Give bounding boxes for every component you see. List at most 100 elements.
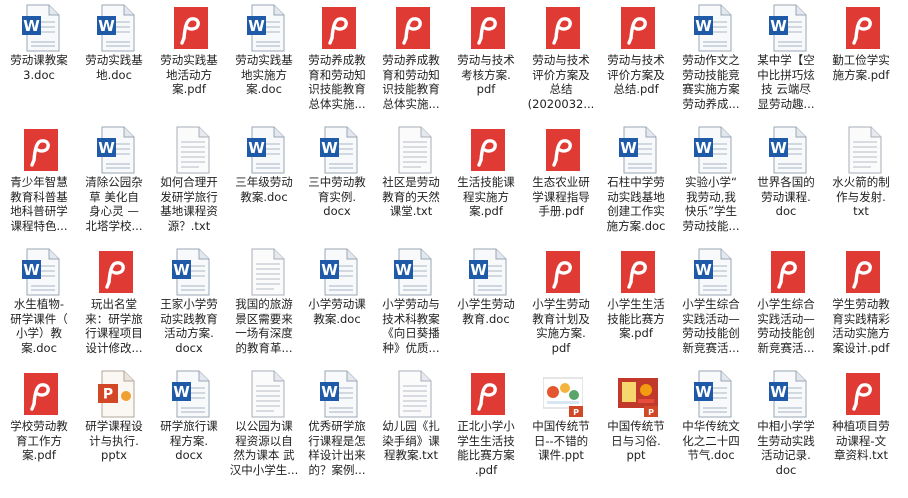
file-item[interactable]: W 小学劳动课 教案.doc <box>301 246 373 368</box>
file-item[interactable]: 劳动与技术 考核方案. pdf <box>450 2 522 124</box>
file-name-line: 劳动课程. <box>761 189 811 204</box>
file-item[interactable]: 劳动实践基 地活动方 案.pdf <box>153 2 225 124</box>
file-name-line: 学校劳动教 <box>10 419 68 433</box>
file-name-line: 日与习俗. <box>611 433 661 448</box>
file-item[interactable]: 水火箭的制 作与发射. txt <box>825 124 897 246</box>
file-name-line: 案设计.pdf <box>832 340 890 355</box>
file-item[interactable]: W 实验小学“ 我劳动,我 快乐”学生 劳动技能... <box>675 124 747 246</box>
file-item[interactable]: W 王家小学劳 动实践教育 活动方案. docx <box>153 246 225 368</box>
pdf-document-icon <box>618 4 658 52</box>
file-name-label: 三年级劳动 教案.doc <box>226 175 302 204</box>
file-name-line: 课件.ppt <box>538 448 584 462</box>
file-item[interactable]: W 三中劳动教 育实例. docx <box>301 124 373 246</box>
file-item[interactable]: 勤工俭学实 施方案.pdf <box>825 2 897 124</box>
file-item[interactable]: W 水生植物- 研学课件（ 小学）教 案.doc <box>3 246 75 368</box>
file-item[interactable]: W 小学生综合 实践活动— 劳动技能创 新竞赛活... <box>675 246 747 368</box>
file-item[interactable]: 劳动与技术 评价方案及 总结.pdf <box>600 2 672 124</box>
file-name-line: 北塔学校... <box>85 218 143 233</box>
file-item[interactable]: P 中国传统节 日--不错的 课件.ppt <box>525 368 597 490</box>
file-name-line: .pdf <box>474 462 498 477</box>
file-name-line: 以公园为课 <box>235 419 293 433</box>
file-name-line: 生态农业研 <box>532 175 590 189</box>
file-item[interactable]: W 世界各国的 劳动课程. doc <box>750 124 822 246</box>
file-item[interactable]: 劳动与技术 评价方案及 总结 (2020032... <box>525 2 597 124</box>
file-name-line: docx <box>175 340 203 355</box>
file-item[interactable]: W 劳动实践基 地实施方 案.doc <box>228 2 300 124</box>
file-item[interactable]: 社区是劳动 教育的天然 课堂.txt <box>375 124 447 246</box>
file-item[interactable]: 小学生劳动 教育计划及 实施方案. pdf <box>525 246 597 368</box>
pdf-document-icon <box>319 4 359 52</box>
file-item[interactable]: 生活技能课 程实施方 案.pdf <box>450 124 522 246</box>
file-item[interactable]: 如何合理开 发研学旅行 基地课程资 源？.txt <box>153 124 225 246</box>
file-name-line: 教育科普基 <box>10 189 68 204</box>
word-document-icon: W <box>618 126 658 174</box>
file-item[interactable]: 学生劳动教 育实践精彩 活动实施方 案设计.pdf <box>825 246 897 368</box>
file-name-label: 劳动作文之 劳动技能竞 赛实施方案 劳动养成... <box>673 53 749 111</box>
file-name-line: pdf <box>476 82 496 96</box>
file-name-line: 能比赛方案 <box>457 448 515 462</box>
file-item[interactable]: W 劳动作文之 劳动技能竞 赛实施方案 劳动养成... <box>675 2 747 124</box>
file-item[interactable]: W 劳动课教案 3.doc <box>3 2 75 124</box>
file-name-line: 活动记录. <box>761 448 811 462</box>
file-item[interactable]: W 清除公园杂草 美化自 身心灵 — 北塔学校... <box>78 124 150 246</box>
file-name-line: 识技能教育 <box>382 82 440 96</box>
file-item[interactable]: 玩出名堂 来：研学旅 行课程项目 设计修改... <box>78 246 150 368</box>
file-item[interactable]: W 小学劳动与 技术科教案 《向日葵播 种》优质... <box>375 246 447 368</box>
file-name-label: 玩出名堂 来：研学旅 行课程项目 设计修改... <box>76 297 152 355</box>
file-name-line: 育实践精彩 <box>832 311 890 326</box>
file-name-line: 研学旅行课 <box>160 419 218 433</box>
file-name-line: 考核方案. <box>461 67 511 82</box>
file-item[interactable]: 劳动养成教 育和劳动知 识技能教育 总体实施... <box>301 2 373 124</box>
file-name-label: 幼儿园《扎 染手绢》课 程教案.txt <box>373 419 449 463</box>
file-name-line: (2020032... <box>527 96 595 111</box>
file-item[interactable]: 以公园为课 程资源以自 然为课本 武汉中小学生... <box>228 368 300 490</box>
file-name-line: 的教育革... <box>235 340 293 355</box>
file-name-line: 赛实施方案 <box>682 82 740 96</box>
file-name-line: 总体实施... <box>382 96 440 111</box>
file-item[interactable]: W 小学生劳动 教育.doc <box>450 246 522 368</box>
file-name-line: 中国传统节 <box>532 419 590 433</box>
file-name-line: 育和劳动知 <box>382 67 440 82</box>
file-name-line: 小学生生活 <box>607 297 665 311</box>
file-name-line: 世界各国的 <box>757 175 815 189</box>
file-name-line: 中比拼巧炫 <box>757 67 815 82</box>
svg-text:W: W <box>770 383 787 401</box>
file-item[interactable]: 幼儿园《扎 染手绢》课 程教案.txt <box>375 368 447 490</box>
file-item[interactable]: 正北小学小 学生生活技 能比赛方案 .pdf <box>450 368 522 490</box>
file-item[interactable]: W 石柱中学劳 动实践基地 创建工作实 施方案.doc <box>600 124 672 246</box>
file-item[interactable]: 小学生综合 实践活动— 劳动技能创 新竞赛活... <box>750 246 822 368</box>
file-name-line: 中华传统文 <box>682 419 740 433</box>
file-item[interactable]: 学校劳动教 育工作方 案.pdf <box>3 368 75 490</box>
file-item[interactable]: W 研学旅行课 程方案. docx <box>153 368 225 490</box>
svg-text:W: W <box>98 139 115 157</box>
powerpoint-document-icon: P <box>96 370 136 418</box>
file-name-line: 劳动技能创 <box>757 326 815 340</box>
file-item[interactable]: 青少年智慧 教育科普基 地科普研学 课程特色... <box>3 124 75 246</box>
pdf-document-icon <box>768 248 808 296</box>
file-item[interactable]: W 劳动实践基 地.doc <box>78 2 150 124</box>
file-name-label: 劳动养成教 育和劳动知 识技能教育 总体实施... <box>299 53 375 111</box>
file-item[interactable]: W 中相小学学 生劳动实践 活动记录. doc <box>750 368 822 490</box>
file-name-line: 育和劳动知 <box>308 67 366 82</box>
svg-text:W: W <box>248 139 265 157</box>
file-item[interactable]: W 某中学【空 中比拼巧炫技 云端尽 显劳动趣... <box>750 2 822 124</box>
file-item[interactable]: 我国的旅游 景区需要来 一场有深度 的教育革... <box>228 246 300 368</box>
word-document-icon: W <box>246 126 286 174</box>
file-item[interactable]: 小学生生活 技能比赛方 案.pdf <box>600 246 672 368</box>
file-item[interactable]: P 研学课程设 计与执行. pptx <box>78 368 150 490</box>
file-item[interactable]: 种植项目劳 动课程-文 章资料.txt <box>825 368 897 490</box>
file-name-line: 学生劳动教 <box>832 297 890 311</box>
file-name-label: 社区是劳动 教育的天然 课堂.txt <box>373 175 449 219</box>
file-item[interactable]: 生态农业研 学课程指导 手册.pdf <box>525 124 597 246</box>
file-item[interactable]: W 优秀研学旅 行课程是怎 样设计出来 的？案例... <box>301 368 373 490</box>
file-name-line: 社区是劳动 <box>382 175 440 189</box>
file-item[interactable]: W 中华传统文 化之二十四 节气.doc <box>675 368 747 490</box>
file-item[interactable]: P 中国传统节 日与习俗. ppt <box>600 368 672 490</box>
file-name-line: pptx <box>101 448 127 462</box>
file-item[interactable]: W 三年级劳动 教案.doc <box>228 124 300 246</box>
pdf-document-icon <box>618 248 658 296</box>
file-name-line: 设计修改... <box>85 340 143 355</box>
file-name-label: 劳动实践基 地.doc <box>76 53 152 82</box>
file-name-label: 劳动实践基 地实施方 案.doc <box>226 53 302 97</box>
file-item[interactable]: 劳动养成教 育和劳动知 识技能教育 总体实施... <box>375 2 447 124</box>
